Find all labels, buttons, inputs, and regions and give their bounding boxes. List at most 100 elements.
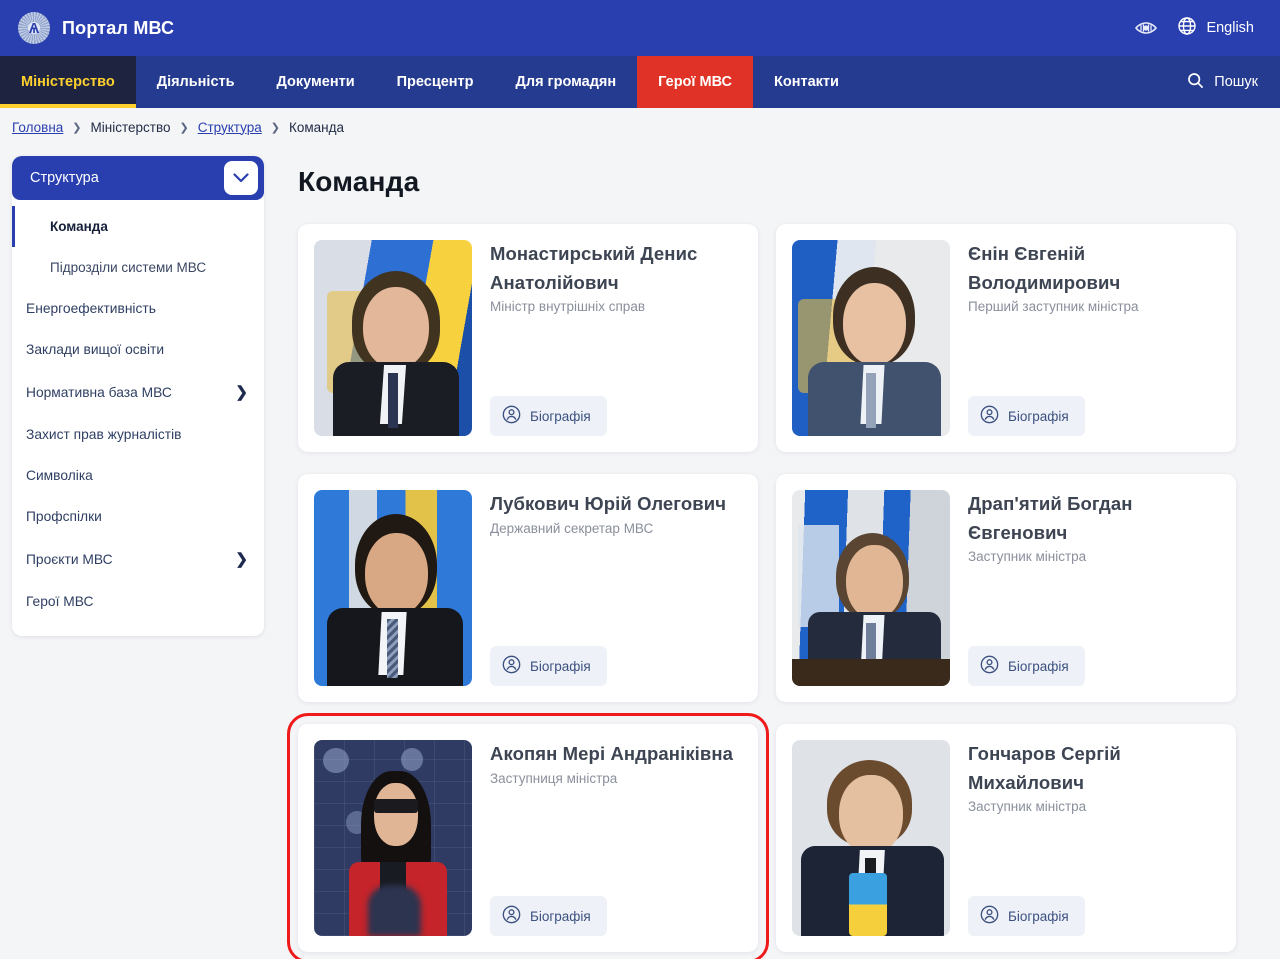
nav-item-presscenter[interactable]: Пресцентр [376, 56, 495, 108]
eye-icon[interactable] [1135, 21, 1157, 35]
biography-label: Біографія [1008, 409, 1069, 424]
brand-title: Портал МВС [62, 18, 174, 39]
team-card[interactable]: Монастирський Денис Анатолійович Міністр… [298, 224, 758, 452]
sidebar-sub-label: Команда [50, 219, 108, 234]
team-card[interactable]: Драп'ятий Богдан Євгенович Заступник мін… [776, 474, 1236, 702]
sidebar-item-label: Профспілки [26, 509, 102, 524]
team-card[interactable]: Лубкович Юрій Олегович Державний секрета… [298, 474, 758, 702]
sidebar-item-label: Захист прав журналістів [26, 427, 181, 442]
person-name: Лубкович Юрій Олегович [490, 490, 742, 519]
brand[interactable]: Ѧ Портал МВС [18, 12, 174, 44]
breadcrumb-item-team: Команда [289, 120, 344, 135]
nav-label: Контакти [774, 74, 839, 90]
person-role: Перший заступник міністра [968, 299, 1220, 314]
nav-item-documents[interactable]: Документи [256, 56, 376, 108]
sidebar-item-label: Енергоефективність [26, 301, 156, 316]
team-card-highlighted[interactable]: Акопян Мері Андраніківна Заступниця міні… [298, 724, 758, 952]
biography-label: Біографія [530, 659, 591, 674]
site-header: Ѧ Портал МВС English [0, 0, 1280, 56]
breadcrumb-separator: ❯ [179, 121, 188, 134]
person-role: Державний секретар МВС [490, 521, 742, 536]
main-content: Команда Монастирський Денис Анатолійович [264, 156, 1280, 952]
sidebar-item-higher-education[interactable]: Заклади вищої освіти [12, 329, 264, 370]
globe-icon [1177, 16, 1197, 41]
chevron-right-icon: ❯ [235, 383, 248, 401]
person-circle-icon [502, 405, 521, 427]
sidebar-item-symbols[interactable]: Символіка [12, 455, 264, 496]
team-card[interactable]: Гончаров Сергій Михайлович Заступник мін… [776, 724, 1236, 952]
biography-label: Біографія [1008, 659, 1069, 674]
biography-button[interactable]: Біографія [490, 896, 607, 936]
person-role: Заступник міністра [968, 549, 1220, 564]
person-name: Монастирський Денис Анатолійович [490, 240, 742, 297]
chevron-right-icon: ❯ [235, 550, 248, 568]
biography-button[interactable]: Біографія [968, 646, 1085, 686]
search-label: Пошук [1214, 74, 1258, 90]
sidebar-item-label: Заклади вищої освіти [26, 342, 164, 357]
nav-label: Документи [277, 74, 355, 90]
nav-label: Пресцентр [397, 74, 474, 90]
portrait-lubkovych [314, 490, 472, 686]
nav-item-for-citizens[interactable]: Для громадян [495, 56, 638, 108]
language-label: English [1206, 20, 1254, 36]
biography-button[interactable]: Біографія [490, 396, 607, 436]
breadcrumb-separator: ❯ [72, 121, 81, 134]
portrait-akopian [314, 740, 472, 936]
person-circle-icon [980, 905, 999, 927]
person-circle-icon [980, 405, 999, 427]
person-name: Гончаров Сергій Михайлович [968, 740, 1220, 797]
sidebar-item-projects[interactable]: Проєкти МВС ❯ [12, 537, 264, 581]
language-switcher[interactable]: English [1177, 16, 1254, 41]
breadcrumb-separator: ❯ [271, 121, 280, 134]
sidebar-header-title: Структура [30, 170, 224, 186]
mvs-star-emblem-icon: Ѧ [18, 12, 50, 44]
sidebar-item-label: Проєкти МВС [26, 552, 113, 567]
person-name: Єнін Євгеній Володимирович [968, 240, 1220, 297]
sidebar-item-label: Герої МВС [26, 594, 93, 609]
person-circle-icon [502, 905, 521, 927]
main-navigation: Міністерство Діяльність Документи Пресце… [0, 56, 1280, 108]
biography-button[interactable]: Біографія [490, 646, 607, 686]
biography-label: Біографія [530, 409, 591, 424]
portrait-monastyrskyi [314, 240, 472, 436]
portrait-yenin [792, 240, 950, 436]
sidebar-sub-label: Підрозділи системи МВС [50, 260, 206, 275]
sidebar-item-trade-unions[interactable]: Профспілки [12, 496, 264, 537]
sidebar-item-journalist-rights[interactable]: Захист прав журналістів [12, 414, 264, 455]
sidebar-header[interactable]: Структура [12, 156, 264, 200]
biography-button[interactable]: Біографія [968, 396, 1085, 436]
sidebar-item-label: Нормативна база МВС [26, 385, 172, 400]
search-button[interactable]: Пошук [1173, 56, 1280, 108]
search-icon [1187, 72, 1204, 93]
sidebar-item-normative-base[interactable]: Нормативна база МВС ❯ [12, 370, 264, 414]
team-card[interactable]: Єнін Євгеній Володимирович Перший заступ… [776, 224, 1236, 452]
person-name: Драп'ятий Богдан Євгенович [968, 490, 1220, 547]
nav-label: Міністерство [21, 74, 115, 90]
page-title: Команда [298, 166, 1236, 198]
person-role: Міністр внутрішніх справ [490, 299, 742, 314]
sidebar-item-team[interactable]: Команда [12, 206, 264, 247]
breadcrumb: Головна ❯ Міністерство ❯ Структура ❯ Ком… [0, 108, 1280, 146]
sidebar: Структура Команда Підрозділи системи МВС… [12, 156, 264, 636]
person-circle-icon [980, 655, 999, 677]
nav-item-activity[interactable]: Діяльність [136, 56, 256, 108]
nav-label: Для громадян [516, 74, 617, 90]
breadcrumb-item-structure[interactable]: Структура [198, 120, 262, 135]
breadcrumb-item-home[interactable]: Головна [12, 120, 63, 135]
nav-item-heroes[interactable]: Герої МВС [637, 56, 753, 108]
biography-label: Біографія [530, 909, 591, 924]
portrait-drapiatyi [792, 490, 950, 686]
nav-label: Герої МВС [658, 74, 732, 90]
team-card-grid: Монастирський Денис Анатолійович Міністр… [298, 224, 1236, 952]
sidebar-item-energy-efficiency[interactable]: Енергоефективність [12, 288, 264, 329]
sidebar-item-heroes[interactable]: Герої МВС [12, 581, 264, 622]
chevron-down-icon[interactable] [224, 161, 258, 195]
nav-item-contacts[interactable]: Контакти [753, 56, 860, 108]
sidebar-item-units[interactable]: Підрозділи системи МВС [12, 247, 264, 288]
nav-label: Діяльність [157, 74, 235, 90]
biography-button[interactable]: Біографія [968, 896, 1085, 936]
person-role: Заступниця міністра [490, 771, 742, 786]
sidebar-item-label: Символіка [26, 468, 93, 483]
biography-label: Біографія [1008, 909, 1069, 924]
nav-item-ministry[interactable]: Міністерство [0, 56, 136, 108]
